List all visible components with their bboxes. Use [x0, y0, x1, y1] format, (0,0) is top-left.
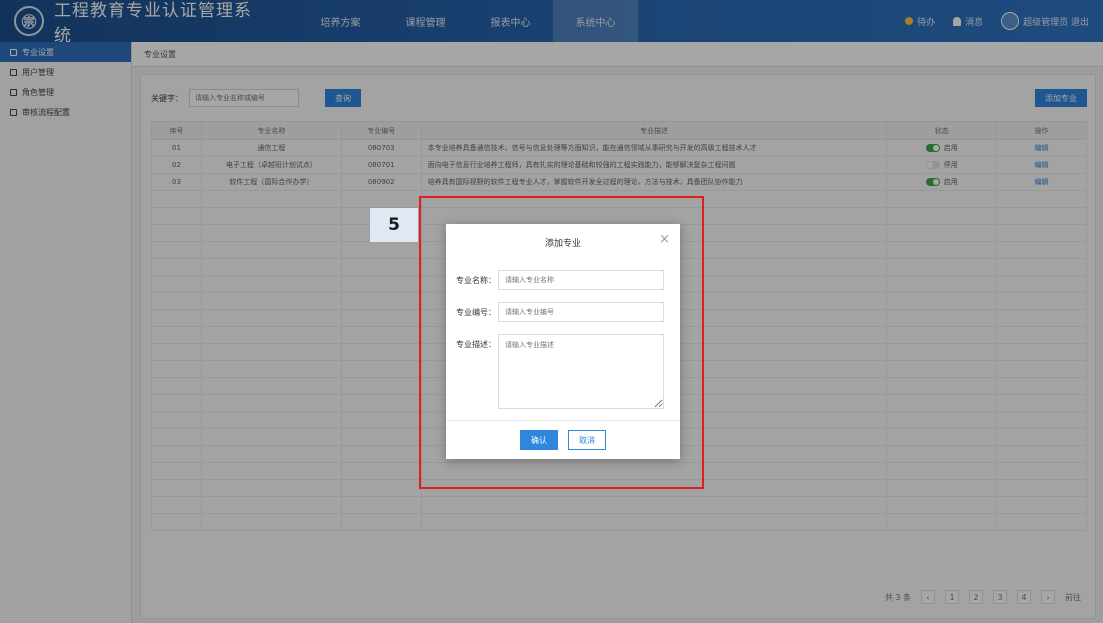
highlight-box: [419, 196, 704, 489]
step-number-badge: 5: [370, 208, 418, 242]
